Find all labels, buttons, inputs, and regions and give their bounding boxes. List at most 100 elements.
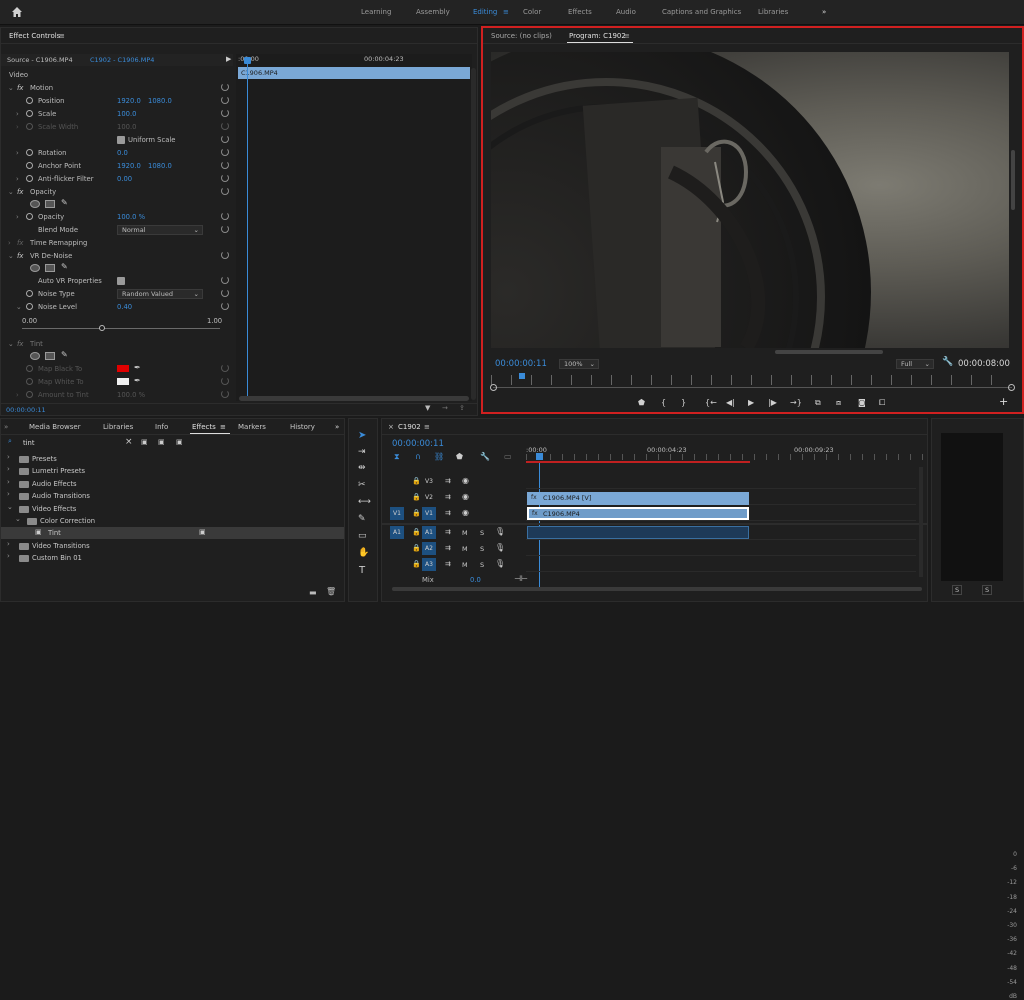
tab-markers[interactable]: Markers (238, 423, 266, 431)
ec-clip-bar[interactable]: C1906.MP4 (238, 67, 470, 79)
track-target-button[interactable]: A1 (422, 526, 436, 539)
panel-menu-icon[interactable]: ≡ (59, 32, 65, 40)
expand-chevron-icon[interactable]: ⌄ (15, 515, 21, 523)
rectangle-mask-icon[interactable] (45, 200, 55, 208)
fx-icon[interactable]: fx (17, 188, 23, 196)
mark-in-icon[interactable]: { (661, 398, 666, 407)
type-tool-icon[interactable]: T (359, 565, 365, 576)
effects-tree-item[interactable]: ▣ ▣ Tint (1, 527, 344, 540)
expand-chevron-icon[interactable]: › (7, 490, 10, 498)
sync-lock-icon[interactable]: ⇉ (445, 493, 451, 501)
panel-title[interactable]: Effect Controls (9, 32, 60, 40)
tab-history[interactable]: History (290, 423, 315, 431)
rotation-row[interactable]: › Rotation 0.0 (1, 147, 233, 160)
antiflicker-row[interactable]: › Anti-flicker Filter 0.00 (1, 173, 233, 186)
effects-tree-item[interactable]: ⌄ Color Correction (1, 515, 344, 527)
reset-icon[interactable] (221, 148, 229, 156)
reset-icon[interactable] (221, 212, 229, 220)
source-monitor-tab[interactable]: Source: (no clips) (491, 32, 552, 40)
expand-icon[interactable]: ⌄ (8, 252, 14, 260)
stopwatch-icon[interactable] (26, 110, 33, 117)
pen-mask-icon[interactable]: ✎ (61, 198, 68, 207)
timeline-settings-wrench-icon[interactable]: 🔧 (480, 452, 490, 461)
step-back-icon[interactable]: ◀| (726, 398, 735, 407)
stopwatch-icon[interactable] (26, 213, 33, 220)
monitor-zoom-bar[interactable] (493, 387, 1012, 388)
sequence-clip-tab[interactable]: C1902 - C1906.MP4 (90, 56, 154, 64)
tab-effects[interactable]: Effects (192, 423, 216, 431)
nest-icon[interactable]: ⧗ (394, 452, 400, 462)
delete-icon[interactable]: 🗑 (326, 587, 336, 596)
auto-vr-row[interactable]: Auto VR Properties (1, 275, 233, 288)
sync-lock-icon[interactable]: ⇉ (445, 509, 451, 517)
expand-chevron-icon[interactable]: › (7, 552, 10, 560)
program-timecode[interactable]: 00:00:00:11 (495, 359, 547, 369)
go-to-in-icon[interactable]: {← (705, 398, 717, 407)
microphone-icon[interactable]: 🎙 (495, 527, 505, 536)
insert-icon[interactable]: ⧉ (815, 398, 821, 408)
noise-level-slider-thumb[interactable] (99, 325, 105, 331)
track-target-button[interactable]: V1 (422, 507, 436, 520)
search-input[interactable]: tint (23, 439, 35, 447)
zoom-handle-left[interactable] (490, 384, 497, 391)
playhead-handle[interactable] (536, 453, 543, 460)
effects-tree-item[interactable]: › Lumetri Presets (1, 465, 344, 477)
linked-selection-icon[interactable]: ⛓ (434, 452, 444, 461)
eyedropper-icon[interactable]: ✒ (134, 363, 141, 372)
zoom-select[interactable]: 100% ⌄ (559, 359, 599, 369)
stopwatch-icon[interactable] (26, 303, 33, 310)
track-target-button[interactable]: V2 (422, 491, 436, 504)
slip-tool-icon[interactable]: ⟷ (358, 497, 371, 507)
effects-tree-item[interactable]: › Video Transitions (1, 540, 344, 552)
new-bin-icon[interactable]: ▬ (309, 588, 317, 597)
close-sequence-icon[interactable]: × (388, 423, 394, 431)
solo-button[interactable]: S (480, 561, 484, 569)
sequence-menu-icon[interactable]: ≡ (424, 423, 430, 431)
monitor-h-scrollbar[interactable] (775, 350, 883, 354)
workspace-menu-icon[interactable]: ≡ (503, 8, 509, 16)
expand-icon[interactable]: ⌄ (8, 188, 14, 196)
tab-media-browser[interactable]: Media Browser (29, 423, 81, 431)
zoom-handle-right[interactable] (1008, 384, 1015, 391)
timeline-ruler[interactable]: :00:00 00:00:04:23 00:00:09:23 (526, 445, 924, 463)
solo-right-button[interactable]: S (982, 585, 993, 595)
play-audio-icon[interactable]: → (442, 404, 448, 412)
filter-icon[interactable]: ▼ (425, 404, 430, 412)
track-lane[interactable] (526, 520, 916, 521)
position-x-value[interactable]: 1920.0 (117, 97, 141, 105)
track-select-tool-icon[interactable]: ⇥ (358, 447, 366, 457)
chevron-right-icon[interactable]: › (16, 213, 19, 221)
monitor-ruler[interactable] (491, 375, 1011, 385)
microphone-icon[interactable]: 🎙 (495, 559, 505, 568)
amount-tint-row[interactable]: › Amount to Tint 100.0 % (1, 389, 233, 402)
add-marker-icon[interactable]: ⬟ (638, 398, 645, 407)
track-lane[interactable] (526, 539, 916, 540)
wrench-icon[interactable]: 🔧 (942, 357, 953, 367)
source-patch-button[interactable]: V1 (390, 507, 404, 520)
razor-tool-icon[interactable]: ✂ (358, 480, 366, 490)
workspace-effects[interactable]: Effects (568, 8, 592, 16)
antiflicker-value[interactable]: 0.00 (117, 175, 132, 183)
ec-vertical-scrollbar[interactable] (471, 68, 476, 400)
lock-icon[interactable]: 🔒 (412, 477, 421, 485)
overwrite-icon[interactable]: ⧈ (836, 398, 841, 408)
add-button-icon[interactable]: + (999, 395, 1008, 408)
mix-toggle-icon[interactable]: ⊣⊢ (514, 574, 528, 583)
timeline-timecode[interactable]: 00:00:00:11 (392, 439, 444, 449)
blend-mode-select[interactable]: Normal ⌄ (117, 225, 203, 235)
ellipse-mask-icon[interactable] (30, 200, 40, 208)
reset-icon[interactable] (221, 289, 229, 297)
expand-chevron-icon[interactable]: ⌄ (7, 503, 13, 511)
workspace-libraries[interactable]: Libraries (758, 8, 788, 16)
scale-row[interactable]: › Scale 100.0 (1, 108, 233, 121)
solo-button[interactable]: S (480, 545, 484, 553)
ellipse-mask-icon[interactable] (30, 352, 40, 360)
ellipse-mask-icon[interactable] (30, 264, 40, 272)
go-to-out-icon[interactable]: →} (790, 398, 802, 407)
noise-level-slider[interactable] (22, 328, 220, 329)
workspace-audio[interactable]: Audio (616, 8, 636, 16)
hand-tool-icon[interactable]: ✋ (358, 548, 369, 558)
yuv-effects-icon[interactable]: ▣ (176, 438, 183, 446)
mute-button[interactable]: M (462, 545, 468, 553)
rectangle-mask-icon[interactable] (45, 264, 55, 272)
